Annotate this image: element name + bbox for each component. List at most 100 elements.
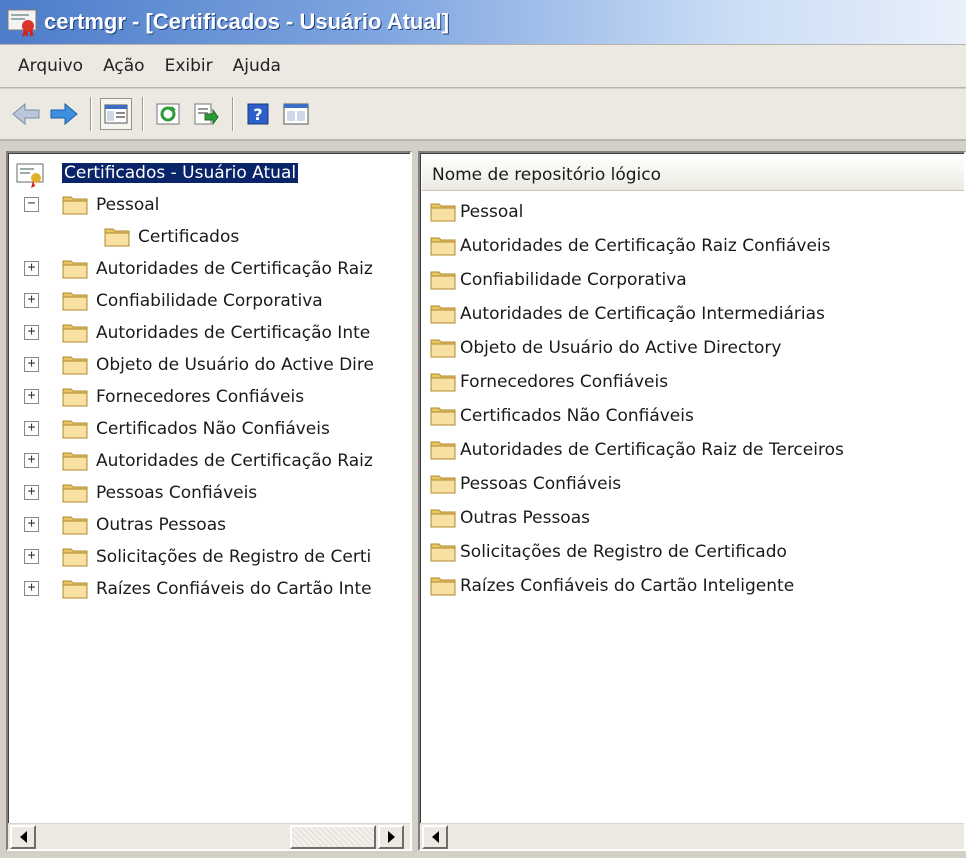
tree-item-label[interactable]: Autoridades de Certificação Raiz (96, 259, 373, 279)
list-item-label: Raízes Confiáveis do Cartão Inteligente (460, 576, 795, 596)
folder-icon (62, 481, 88, 503)
expand-icon[interactable]: + (24, 453, 39, 468)
folder-icon (430, 574, 456, 596)
folder-icon (62, 449, 88, 471)
list-item[interactable]: Objeto de Usuário do Active Directory (420, 331, 964, 365)
menu-arquivo[interactable]: Arquivo (10, 53, 91, 79)
list-item[interactable]: Autoridades de Certificação Intermediári… (420, 297, 964, 331)
folder-icon (430, 506, 456, 528)
tree-horizontal-scrollbar[interactable] (8, 823, 410, 849)
console-tree-pane[interactable]: Certificados - Usuário Atual − Pessoal Cer… (6, 151, 412, 851)
tree-item[interactable]: + Fornecedores Confiáveis (8, 381, 410, 413)
svg-text:?: ? (253, 105, 262, 124)
toolbar-separator (142, 97, 144, 131)
tree-item[interactable]: + Confiabilidade Corporativa (8, 285, 410, 317)
toolbar-separator (90, 97, 92, 131)
refresh-icon[interactable] (152, 98, 184, 130)
menu-acao[interactable]: Ação (95, 53, 153, 79)
list-item-label: Pessoal (460, 202, 524, 222)
menu-exibir[interactable]: Exibir (157, 53, 221, 79)
certificate-app-icon (6, 6, 38, 38)
list-item[interactable]: Pessoal (420, 195, 964, 229)
tree-item-label[interactable]: Objeto de Usuário do Active Dire (96, 355, 374, 375)
title-bar: certmgr - [Certificados - Usuário Atual] (0, 0, 966, 44)
scroll-left-button[interactable] (422, 825, 448, 849)
tree-item[interactable]: Certificados (8, 221, 410, 253)
expand-icon[interactable]: + (24, 293, 39, 308)
list-item[interactable]: Autoridades de Certificação Raiz de Terc… (420, 433, 964, 467)
tree-item[interactable]: + Certificados Não Confiáveis (8, 413, 410, 445)
expand-icon[interactable]: + (24, 389, 39, 404)
scroll-left-arrow-icon (431, 831, 439, 843)
list-item-label: Pessoas Confiáveis (460, 474, 622, 494)
expand-icon[interactable]: + (24, 549, 39, 564)
export-list-icon[interactable] (190, 98, 222, 130)
scroll-left-button[interactable] (10, 825, 36, 849)
list-item[interactable]: Outras Pessoas (420, 501, 964, 535)
tree-item[interactable]: + Autoridades de Certificação Raiz (8, 253, 410, 285)
list-item[interactable]: Certificados Não Confiáveis (420, 399, 964, 433)
tree-item-label[interactable]: Autoridades de Certificação Raiz (96, 451, 373, 471)
tree-item-label[interactable]: Raízes Confiáveis do Cartão Inte (96, 579, 372, 599)
scroll-left-arrow-icon (19, 831, 27, 843)
list-item[interactable]: Fornecedores Confiáveis (420, 365, 964, 399)
tree-root-label[interactable]: Certificados - Usuário Atual (62, 163, 299, 183)
folder-icon (62, 513, 88, 535)
expand-icon[interactable]: + (24, 421, 39, 436)
scroll-right-arrow-icon (387, 831, 395, 843)
tree-item[interactable]: + Autoridades de Certificação Raiz (8, 445, 410, 477)
list-item[interactable]: Pessoas Confiáveis (420, 467, 964, 501)
tree-root[interactable]: Certificados - Usuário Atual (8, 157, 410, 189)
properties-icon[interactable] (280, 98, 312, 130)
folder-icon (62, 385, 88, 407)
expand-icon[interactable]: + (24, 485, 39, 500)
expand-icon[interactable]: + (24, 261, 39, 276)
tree-item[interactable]: + Solicitações de Registro de Certi (8, 541, 410, 573)
expand-icon[interactable]: + (24, 325, 39, 340)
tree-item-label[interactable]: Solicitações de Registro de Certi (96, 547, 371, 567)
toolbar: ? (0, 89, 966, 141)
tree-item[interactable]: − Pessoal (8, 189, 410, 221)
list-item-label: Autoridades de Certificação Raiz Confiáv… (460, 236, 831, 256)
tree-item-label[interactable]: Certificados (138, 227, 239, 247)
tree-item[interactable]: + Objeto de Usuário do Active Dire (8, 349, 410, 381)
list-horizontal-scrollbar[interactable] (420, 823, 964, 849)
toolbar-separator (232, 97, 234, 131)
folder-icon (430, 302, 456, 324)
tree-item-label[interactable]: Outras Pessoas (96, 515, 226, 535)
list-item[interactable]: Confiabilidade Corporativa (420, 263, 964, 297)
menu-ajuda[interactable]: Ajuda (225, 53, 289, 79)
expand-icon[interactable]: + (24, 517, 39, 532)
back-arrow-icon[interactable] (10, 98, 42, 130)
folder-icon (430, 438, 456, 460)
collapse-icon[interactable]: − (24, 197, 39, 212)
list-item[interactable]: Solicitações de Registro de Certificado (420, 535, 964, 569)
tree-item-label[interactable]: Confiabilidade Corporativa (96, 291, 323, 311)
details-list-pane[interactable]: Nome de repositório lógico Pessoal Autori… (418, 151, 966, 851)
scroll-right-button[interactable] (378, 825, 404, 849)
expand-icon[interactable]: + (24, 357, 39, 372)
list-item-label: Outras Pessoas (460, 508, 590, 528)
folder-icon (430, 472, 456, 494)
list-item[interactable]: Autoridades de Certificação Raiz Confiáv… (420, 229, 964, 263)
scroll-thumb[interactable] (290, 825, 376, 849)
folder-icon (62, 257, 88, 279)
tree-item[interactable]: + Pessoas Confiáveis (8, 477, 410, 509)
tree-item-label[interactable]: Certificados Não Confiáveis (96, 419, 330, 439)
show-hide-tree-icon[interactable] (100, 98, 132, 130)
list-item[interactable]: Raízes Confiáveis do Cartão Inteligente (420, 569, 964, 603)
tree-item-label[interactable]: Pessoas Confiáveis (96, 483, 257, 503)
folder-icon (430, 336, 456, 358)
column-header-name[interactable]: Nome de repositório lógico (422, 159, 964, 191)
tree-item-label[interactable]: Pessoal (96, 195, 159, 215)
tree-item[interactable]: + Outras Pessoas (8, 509, 410, 541)
expand-icon[interactable]: + (24, 581, 39, 596)
folder-icon (62, 321, 88, 343)
help-icon[interactable]: ? (242, 98, 274, 130)
forward-arrow-icon[interactable] (48, 98, 80, 130)
tree-item[interactable]: + Raízes Confiáveis do Cartão Inte (8, 573, 410, 605)
tree-item[interactable]: + Autoridades de Certificação Inte (8, 317, 410, 349)
tree-item-label[interactable]: Fornecedores Confiáveis (96, 387, 304, 407)
tree-item-label[interactable]: Autoridades de Certificação Inte (96, 323, 370, 343)
folder-icon (62, 353, 88, 375)
